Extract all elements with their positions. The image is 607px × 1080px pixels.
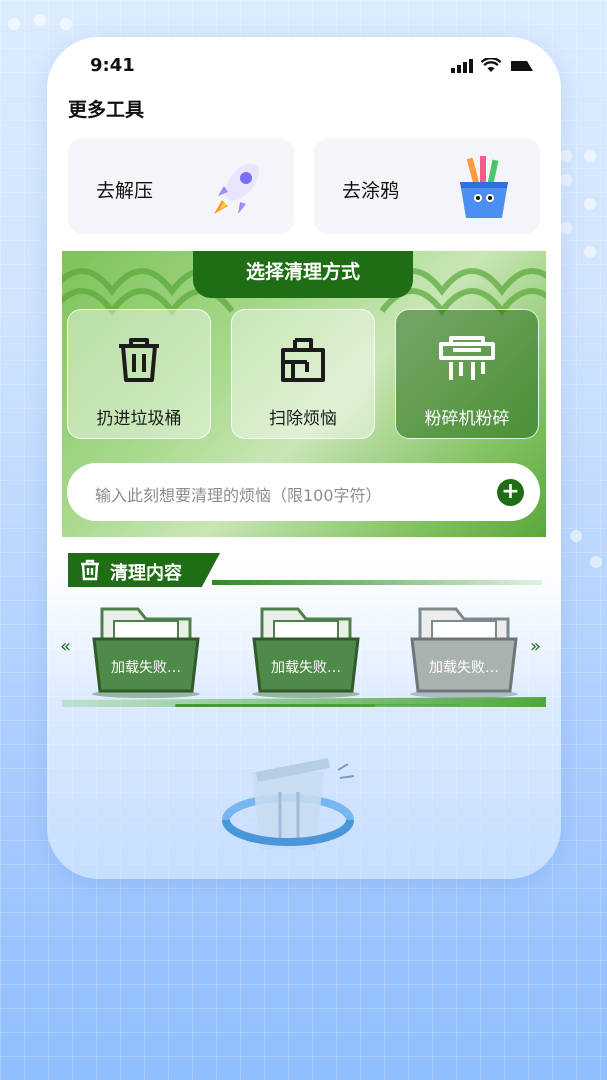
clean-content-header: 清理内容: [68, 553, 220, 587]
content-item-label: 加载失败…: [271, 660, 341, 676]
more-tools-title: 更多工具: [68, 99, 145, 121]
content-item-label: 加载失败…: [111, 660, 181, 676]
content-item[interactable]: 加载失败…: [406, 599, 522, 699]
option-label: 扔进垃圾桶: [96, 409, 182, 429]
wifi-icon: [481, 58, 501, 72]
signal-icon: [451, 58, 473, 73]
tool-card-decompress[interactable]: 去解压: [68, 138, 294, 234]
folder-icon: [252, 607, 360, 698]
content-item-label: 加载失败…: [429, 660, 499, 676]
option-label: 粉碎机粉碎: [424, 409, 510, 429]
clean-method-title: 选择清理方式: [193, 251, 413, 298]
folder-icon: [410, 607, 518, 698]
trash-icon: [119, 338, 159, 382]
clean-method-panel: 选择清理方式 扔进垃圾桶 扫除烦恼 粉碎机粉碎 输入此刻想要清理的烦恼（限100…: [62, 251, 546, 537]
scroll-left-icon[interactable]: «: [60, 636, 71, 657]
worry-input-placeholder: 输入此刻想要清理的烦恼（限100字符）: [95, 486, 382, 505]
tool-label-decompress: 去解压: [96, 180, 154, 202]
pencil-cup-icon: [460, 156, 508, 218]
rocket-icon: [214, 163, 259, 214]
battery-icon: [511, 60, 533, 71]
broom-icon: [281, 338, 325, 382]
clean-content-section: 清理内容 « » 加载失败… 加载失败… 加载失败…: [60, 549, 546, 739]
shredder-icon: [439, 336, 495, 380]
clean-content-title: 清理内容: [110, 563, 182, 584]
option-sweep[interactable]: 扫除烦恼: [231, 309, 375, 439]
plus-icon[interactable]: +: [497, 479, 524, 506]
content-item[interactable]: 加载失败…: [248, 599, 364, 699]
option-shredder[interactable]: 粉碎机粉碎: [395, 309, 539, 439]
content-item[interactable]: 加载失败…: [88, 599, 204, 699]
option-trash-bin[interactable]: 扔进垃圾桶: [67, 309, 211, 439]
tool-card-doodle[interactable]: 去涂鸦: [314, 138, 540, 234]
tool-label-doodle: 去涂鸦: [342, 180, 400, 202]
worry-input[interactable]: 输入此刻想要清理的烦恼（限100字符） +: [67, 463, 540, 521]
status-bar: 9:41: [47, 55, 561, 79]
decorative-stripe: [212, 580, 542, 585]
status-time: 9:41: [90, 55, 135, 76]
trash-bin-illustration: [222, 758, 355, 850]
scroll-right-icon[interactable]: »: [530, 636, 541, 657]
option-label: 扫除烦恼: [269, 409, 337, 429]
trash-icon: [81, 559, 99, 581]
folder-icon: [92, 607, 200, 698]
